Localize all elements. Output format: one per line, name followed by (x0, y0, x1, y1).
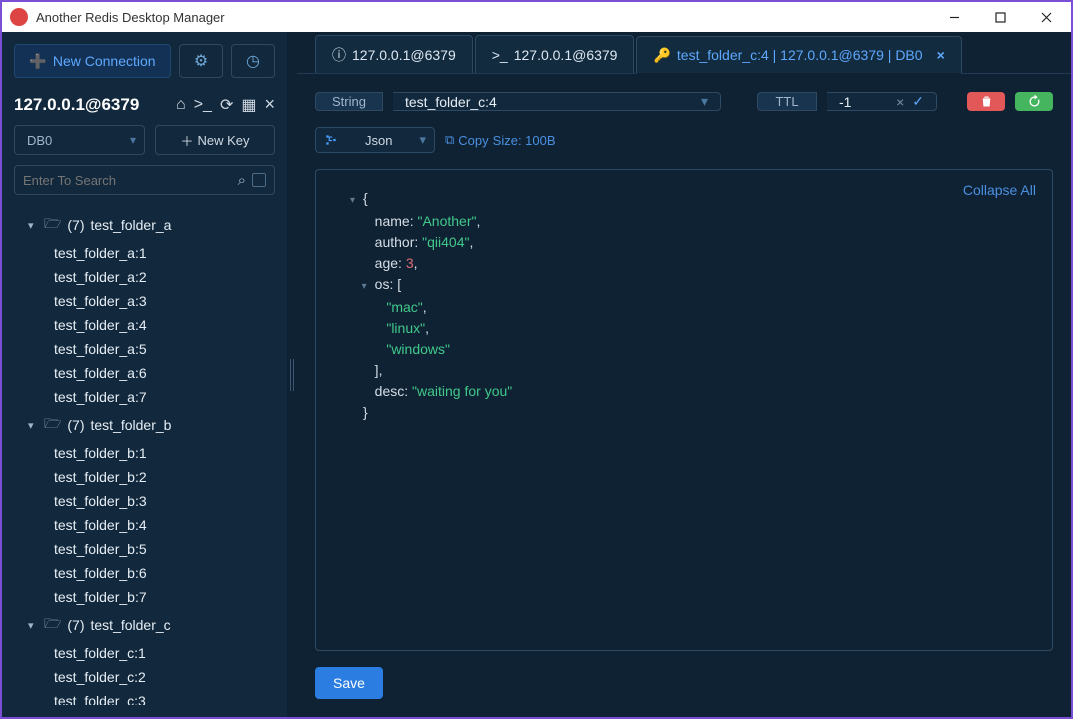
settings-button[interactable]: ⚙ (179, 44, 223, 78)
chevron-down-icon: ▾ (28, 619, 38, 632)
copy-icon: ⧉ (445, 132, 454, 148)
tab-bar: ⓘ 127.0.0.1@6379 >_ 127.0.0.1@6379 🔑 test_fol… (297, 32, 1071, 74)
ttl-label: TTL (757, 92, 817, 111)
exact-match-toggle[interactable] (252, 173, 266, 187)
history-button[interactable]: ◷ (231, 44, 275, 78)
size-label: Size: 100B (493, 133, 556, 148)
key-name-value: test_folder_c:4 (405, 94, 497, 110)
folder-count: (7) (67, 217, 84, 233)
chevron-down-icon: ▾ (130, 133, 136, 147)
chevron-down-icon: ▾ (28, 419, 38, 432)
key-item[interactable]: test_folder_a:4 (14, 313, 275, 337)
key-item[interactable]: test_folder_b:4 (14, 513, 275, 537)
home-icon[interactable]: ⌂ (176, 96, 186, 114)
app-logo (10, 8, 28, 26)
key-icon: 🔑 (653, 47, 670, 64)
chevron-down-icon[interactable]: ▾ (701, 93, 708, 110)
json-viewer[interactable]: Collapse All ▾{ name: "Another", author:… (315, 169, 1053, 651)
folder-label: test_folder_a (91, 217, 172, 233)
folder-open-icon: 🗁 (44, 213, 61, 237)
key-item[interactable]: test_folder_a:5 (14, 337, 275, 361)
ttl-value: -1 (839, 94, 851, 110)
key-item[interactable]: test_folder_b:5 (14, 537, 275, 561)
tab[interactable]: ⓘ 127.0.0.1@6379 (315, 35, 473, 73)
folder-count: (7) (67, 617, 84, 633)
terminal-icon: >_ (492, 47, 508, 63)
key-item[interactable]: test_folder_a:6 (14, 361, 275, 385)
key-item[interactable]: test_folder_b:2 (14, 465, 275, 489)
ttl-input[interactable]: -1 × ✓ (827, 92, 937, 111)
key-item[interactable]: test_folder_b:7 (14, 585, 275, 609)
key-item[interactable]: test_folder_c:1 (14, 641, 275, 665)
new-connection-label: New Connection (53, 53, 156, 69)
folder-count: (7) (67, 417, 84, 433)
collapse-all-button[interactable]: Collapse All (963, 180, 1036, 201)
key-item[interactable]: test_folder_b:3 (14, 489, 275, 513)
key-item[interactable]: test_folder_a:1 (14, 241, 275, 265)
format-value: Json (365, 133, 392, 148)
key-item[interactable]: test_folder_a:3 (14, 289, 275, 313)
info-icon: ⓘ (332, 45, 346, 65)
pane-splitter[interactable] (287, 32, 297, 717)
tab-label: test_folder_c:4 | 127.0.0.1@6379 | DB0 (677, 47, 923, 63)
db-select-value: DB0 (27, 133, 52, 148)
gear-icon: ⚙ (194, 51, 208, 71)
refresh-icon[interactable]: ⟳ (220, 95, 233, 115)
folder-open-icon: 🗁 (44, 413, 61, 437)
folder-test_folder_c[interactable]: ▾ 🗁 (7) test_folder_c (14, 609, 275, 641)
key-item[interactable]: test_folder_b:1 (14, 441, 275, 465)
trash-icon (979, 94, 994, 109)
tab-label: 127.0.0.1@6379 (514, 47, 618, 63)
tab[interactable]: >_ 127.0.0.1@6379 (475, 35, 635, 73)
clear-icon[interactable]: × (896, 94, 904, 110)
plus-circle-icon: ➕ (29, 53, 46, 70)
new-key-button[interactable]: ＋ New Key (155, 125, 275, 155)
chevron-down-icon: ▾ (419, 132, 426, 148)
new-connection-button[interactable]: ➕ New Connection (14, 44, 171, 78)
key-item[interactable]: test_folder_c:3 (14, 689, 275, 705)
key-item[interactable]: test_folder_c:2 (14, 665, 275, 689)
search-box[interactable]: ⌕ (14, 165, 275, 195)
plus-icon: ＋ (180, 131, 193, 150)
folder-label: test_folder_c (91, 617, 171, 633)
minimize-button[interactable] (931, 2, 977, 32)
db-select[interactable]: DB0 ▾ (14, 125, 145, 155)
key-name-input[interactable]: test_folder_c:4 ▾ (393, 92, 721, 111)
window-title: Another Redis Desktop Manager (36, 10, 225, 25)
tab[interactable]: 🔑 test_folder_c:4 | 127.0.0.1@6379 | DB0 × (636, 36, 961, 74)
key-item[interactable]: test_folder_a:7 (14, 385, 275, 409)
folder-test_folder_a[interactable]: ▾ 🗁 (7) test_folder_a (14, 209, 275, 241)
delete-key-button[interactable] (967, 92, 1005, 111)
grid-icon[interactable]: ▦ (241, 95, 256, 115)
chevron-down-icon: ▾ (28, 219, 38, 232)
key-tree[interactable]: ▾🗁(7) test_folder_atest_folder_a:1test_f… (14, 209, 275, 705)
key-item[interactable]: test_folder_b:6 (14, 561, 275, 585)
tree-icon (324, 133, 338, 147)
refresh-icon (1027, 94, 1042, 109)
maximize-button[interactable] (977, 2, 1023, 32)
terminal-icon[interactable]: >_ (194, 96, 212, 114)
new-key-label: New Key (197, 133, 249, 148)
refresh-key-button[interactable] (1015, 92, 1053, 111)
copy-label: Copy (458, 133, 488, 148)
format-select[interactable]: Json ▾ (315, 127, 435, 153)
copy-button[interactable]: ⧉ Copy Size: 100B (445, 132, 556, 148)
close-button[interactable] (1023, 2, 1069, 32)
close-connection-icon[interactable]: × (264, 94, 275, 115)
save-button[interactable]: Save (315, 667, 383, 699)
tab-label: 127.0.0.1@6379 (352, 47, 456, 63)
folder-label: test_folder_b (91, 417, 172, 433)
key-item[interactable]: test_folder_a:2 (14, 265, 275, 289)
check-icon[interactable]: ✓ (912, 93, 924, 110)
key-type-label: String (315, 92, 383, 111)
folder-test_folder_b[interactable]: ▾ 🗁 (7) test_folder_b (14, 409, 275, 441)
clock-icon: ◷ (246, 51, 260, 71)
search-input[interactable] (23, 173, 232, 188)
search-icon[interactable]: ⌕ (238, 172, 246, 189)
connection-name: 127.0.0.1@6379 (14, 95, 139, 115)
tab-close-icon[interactable]: × (937, 47, 945, 63)
folder-open-icon: 🗁 (44, 613, 61, 637)
